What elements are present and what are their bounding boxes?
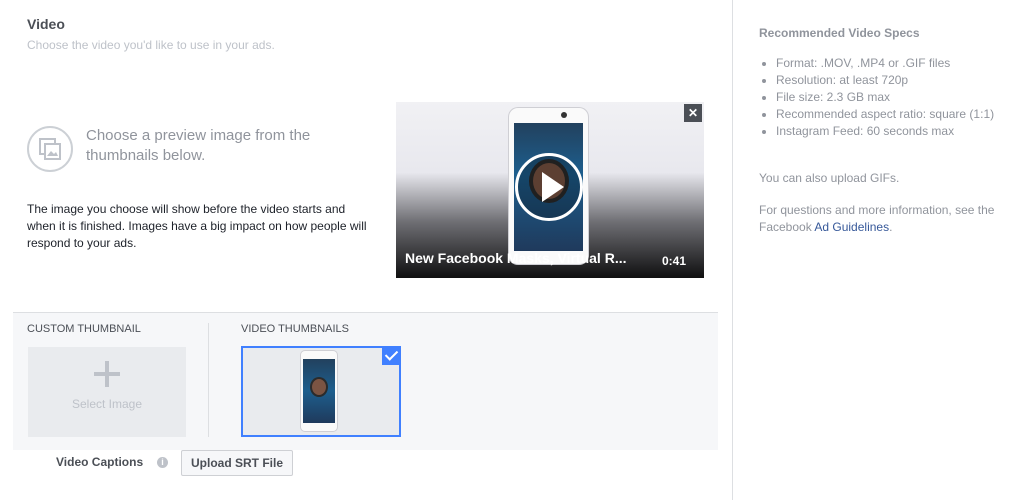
ad-guidelines-link[interactable]: Ad Guidelines [814, 220, 889, 234]
select-image-label: Select Image [71, 397, 143, 411]
video-preview[interactable]: ✕ New Facebook Masks, Virtual R... 0:41 [396, 102, 704, 278]
image-preview-icon [27, 126, 73, 172]
specs-list: Format: .MOV, .MP4 or .GIF files Resolut… [759, 55, 1026, 140]
plus-icon [94, 361, 120, 387]
spec-item: Recommended aspect ratio: square (1:1) [776, 106, 1026, 123]
video-captions-label: Video Captions [56, 455, 144, 469]
main-panel: Video Choose the video you'd like to use… [0, 0, 732, 500]
more-info-suffix: . [889, 220, 893, 234]
divider [208, 323, 209, 437]
spec-item: Instagram Feed: 60 seconds max [776, 123, 1026, 140]
info-icon[interactable]: i [157, 457, 168, 468]
video-thumbnails-label: VIDEO THUMBNAILS [241, 323, 349, 335]
more-info-text: For questions and more information, see … [759, 202, 1009, 236]
preview-heading: Choose a preview image from the thumbnai… [86, 127, 311, 164]
gifs-note: You can also upload GIFs. [759, 171, 900, 185]
play-icon[interactable] [515, 153, 583, 221]
spec-item: File size: 2.3 GB max [776, 89, 1026, 106]
video-thumbnail-selected[interactable] [241, 346, 401, 437]
checkmark-icon [382, 346, 401, 365]
upload-srt-button[interactable]: Upload SRT File [181, 450, 294, 476]
custom-thumbnail-label: CUSTOM THUMBNAIL [27, 323, 141, 335]
close-icon[interactable]: ✕ [684, 104, 702, 122]
thumbnail-screen [303, 359, 335, 423]
video-duration: 0:41 [662, 254, 687, 268]
spec-item: Format: .MOV, .MP4 or .GIF files [776, 55, 1026, 72]
specs-sidebar: Recommended Video Specs Format: .MOV, .M… [732, 0, 1035, 500]
spec-item: Resolution: at least 720p [776, 72, 1026, 89]
page-title: Video [27, 16, 65, 32]
specs-title: Recommended Video Specs [759, 26, 920, 40]
video-title: New Facebook Masks, Virtual R... [405, 250, 627, 266]
phone-camera [561, 112, 567, 118]
page-subtitle: Choose the video you'd like to use in yo… [27, 38, 275, 52]
thumbnail-person-image [312, 379, 326, 395]
thumbnails-section: CUSTOM THUMBNAIL Select Image VIDEO THUM… [13, 312, 718, 450]
preview-description: The image you choose will show before th… [27, 202, 367, 250]
select-image-button[interactable]: Select Image [28, 347, 186, 437]
thumbnail-phone-image [301, 351, 337, 431]
